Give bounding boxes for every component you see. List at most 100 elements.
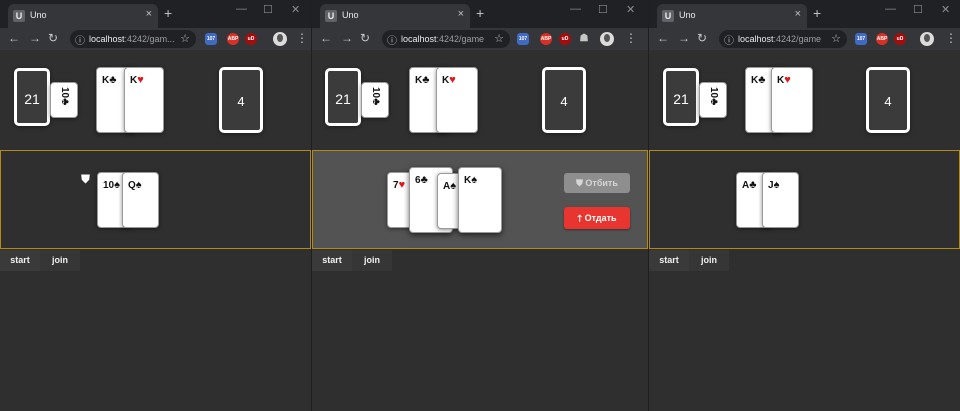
browser-toolbar: ← → ↻ ⓘ localhost:4242/game ☆ 107 ABP uD… — [312, 28, 648, 50]
defend-label: Отбить — [585, 178, 618, 188]
adblock-plus-icon[interactable]: ABP — [227, 33, 239, 45]
close-window-icon[interactable]: ✕ — [291, 3, 300, 16]
bookmark-star-icon[interactable]: ☆ — [180, 32, 190, 45]
browser-tab[interactable]: U Uno × — [320, 4, 470, 28]
start-button[interactable]: start — [649, 250, 689, 271]
deck-count: 21 — [673, 91, 689, 107]
profile-avatar[interactable] — [600, 32, 614, 46]
minimize-icon[interactable]: — — [570, 3, 581, 15]
minimize-icon[interactable]: — — [885, 3, 896, 15]
tab-bar: U Uno × + — ☐ ✕ — [312, 0, 648, 28]
trump-card: 10♣ — [50, 82, 78, 118]
site-info-icon[interactable]: ⓘ — [387, 32, 397, 47]
reload-icon[interactable]: ↻ — [360, 31, 370, 45]
start-button[interactable]: start — [312, 250, 352, 271]
back-icon[interactable]: ← — [320, 31, 332, 45]
new-tab-button[interactable]: + — [164, 6, 172, 20]
browser-window-2: U Uno × + — ☐ ✕ ← → ↻ ⓘ localhost:4242/g… — [311, 0, 648, 411]
url-text: localhost:4242/gam... — [89, 34, 175, 44]
address-bar[interactable]: ⓘ localhost:4242/game ☆ — [382, 30, 510, 48]
arrow-up-icon: 🡑 — [577, 213, 585, 223]
site-info-icon[interactable]: ⓘ — [724, 32, 734, 47]
tab-title: Uno — [30, 10, 47, 20]
extension-badge-icon[interactable]: 107 — [205, 33, 217, 45]
browser-window-3: U Uno × + — ☐ ✕ ← → ↻ ⓘ localhost:4242/g… — [648, 0, 960, 411]
maximize-icon[interactable]: ☐ — [263, 3, 273, 16]
bookmark-star-icon[interactable]: ☆ — [494, 32, 504, 45]
close-window-icon[interactable]: ✕ — [626, 3, 635, 16]
ublock-icon[interactable]: uD — [245, 33, 257, 45]
deck-pile: 21 — [325, 68, 361, 126]
browser-tab[interactable]: U Uno × — [657, 4, 807, 28]
back-icon[interactable]: ← — [8, 31, 20, 45]
defend-button[interactable]: ⛊ Отбить — [564, 173, 630, 193]
reload-icon[interactable]: ↻ — [697, 31, 707, 45]
tab-bar: U Uno × + — ☐ ✕ — [0, 0, 311, 28]
url-text: localhost:4242/game — [738, 34, 822, 44]
browser-tab[interactable]: U Uno × — [8, 4, 158, 28]
ublock-icon[interactable]: uD — [894, 33, 906, 45]
browser-menu-icon[interactable]: ⋮ — [296, 31, 308, 45]
tab-close-icon[interactable]: × — [795, 8, 801, 20]
minimize-icon[interactable]: — — [236, 3, 247, 15]
tab-close-icon[interactable]: × — [458, 8, 464, 20]
uno-favicon-icon: U — [13, 10, 25, 22]
opponent-card: K♥ — [436, 67, 478, 133]
deck-pile: 21 — [14, 68, 50, 126]
tab-title: Uno — [679, 10, 696, 20]
tab-close-icon[interactable]: × — [146, 8, 152, 20]
browser-window-1: U Uno × + — ☐ ✕ ← → ↻ ⓘ localhost:4242/g… — [0, 0, 311, 411]
extension-badge-icon[interactable]: 107 — [855, 33, 867, 45]
hand-card[interactable]: K♠ — [458, 167, 502, 233]
ublock-icon[interactable]: uD — [559, 33, 571, 45]
deck-count: 21 — [335, 91, 351, 107]
game-content: 21 10♣ K♣ K♥ 4 A♣ J♠ start join — [649, 50, 960, 411]
reload-icon[interactable]: ↻ — [48, 31, 58, 45]
extension-shield-icon[interactable]: ☗ — [578, 33, 590, 45]
join-button[interactable]: join — [352, 250, 392, 271]
new-tab-button[interactable]: + — [476, 6, 484, 20]
browser-toolbar: ← → ↻ ⓘ localhost:4242/game ☆ 107 ABP uD… — [649, 28, 960, 50]
back-icon[interactable]: ← — [657, 31, 669, 45]
pile-count: 4 — [560, 94, 568, 109]
browser-toolbar: ← → ↻ ⓘ localhost:4242/gam... ☆ 107 ABP … — [0, 28, 311, 50]
site-info-icon[interactable]: ⓘ — [75, 32, 85, 47]
forward-icon[interactable]: → — [341, 31, 353, 45]
address-bar[interactable]: ⓘ localhost:4242/game ☆ — [719, 30, 847, 48]
profile-avatar[interactable] — [920, 32, 934, 46]
forward-icon[interactable]: → — [678, 31, 690, 45]
new-tab-button[interactable]: + — [813, 6, 821, 20]
browser-menu-icon[interactable]: ⋮ — [945, 31, 957, 45]
uno-favicon-icon: U — [662, 10, 674, 22]
trump-card: 10♣ — [699, 82, 727, 118]
give-button[interactable]: 🡑 Отдать — [564, 207, 630, 229]
pile-count: 4 — [237, 94, 245, 109]
adblock-plus-icon[interactable]: ABP — [540, 33, 552, 45]
table-card[interactable]: Q♠ — [122, 172, 159, 228]
play-table: 7♥ 6♣ A♠ K♠ ⛊ Отбить 🡑 Отдать — [312, 150, 648, 249]
adblock-plus-icon[interactable]: ABP — [876, 33, 888, 45]
discard-pile: 4 — [866, 67, 910, 133]
play-table: ⛊ 10♠ Q♠ — [0, 150, 311, 249]
opponent-card: K♥ — [771, 67, 813, 133]
start-button[interactable]: start — [0, 250, 40, 271]
discard-pile: 4 — [542, 67, 586, 133]
bookmark-star-icon[interactable]: ☆ — [831, 32, 841, 45]
join-button[interactable]: join — [40, 250, 80, 271]
shield-icon: ⛊ — [81, 172, 91, 186]
uno-favicon-icon: U — [325, 10, 337, 22]
table-card[interactable]: J♠ — [762, 172, 799, 228]
tab-title: Uno — [342, 10, 359, 20]
address-bar[interactable]: ⓘ localhost:4242/gam... ☆ — [70, 30, 196, 48]
maximize-icon[interactable]: ☐ — [598, 3, 608, 16]
game-content: 21 10♣ K♣ K♥ 4 ⛊ 10♠ Q♠ start join — [0, 50, 311, 411]
profile-avatar[interactable] — [273, 32, 287, 46]
game-content: 21 10♣ K♣ K♥ 4 7♥ 6♣ A♠ K♠ ⛊ Отбить 🡑 От… — [312, 50, 648, 411]
join-button[interactable]: join — [689, 250, 729, 271]
extension-badge-icon[interactable]: 107 — [517, 33, 529, 45]
maximize-icon[interactable]: ☐ — [913, 3, 923, 16]
url-text: localhost:4242/game — [401, 34, 485, 44]
browser-menu-icon[interactable]: ⋮ — [625, 31, 637, 45]
forward-icon[interactable]: → — [29, 31, 41, 45]
close-window-icon[interactable]: ✕ — [941, 3, 950, 16]
